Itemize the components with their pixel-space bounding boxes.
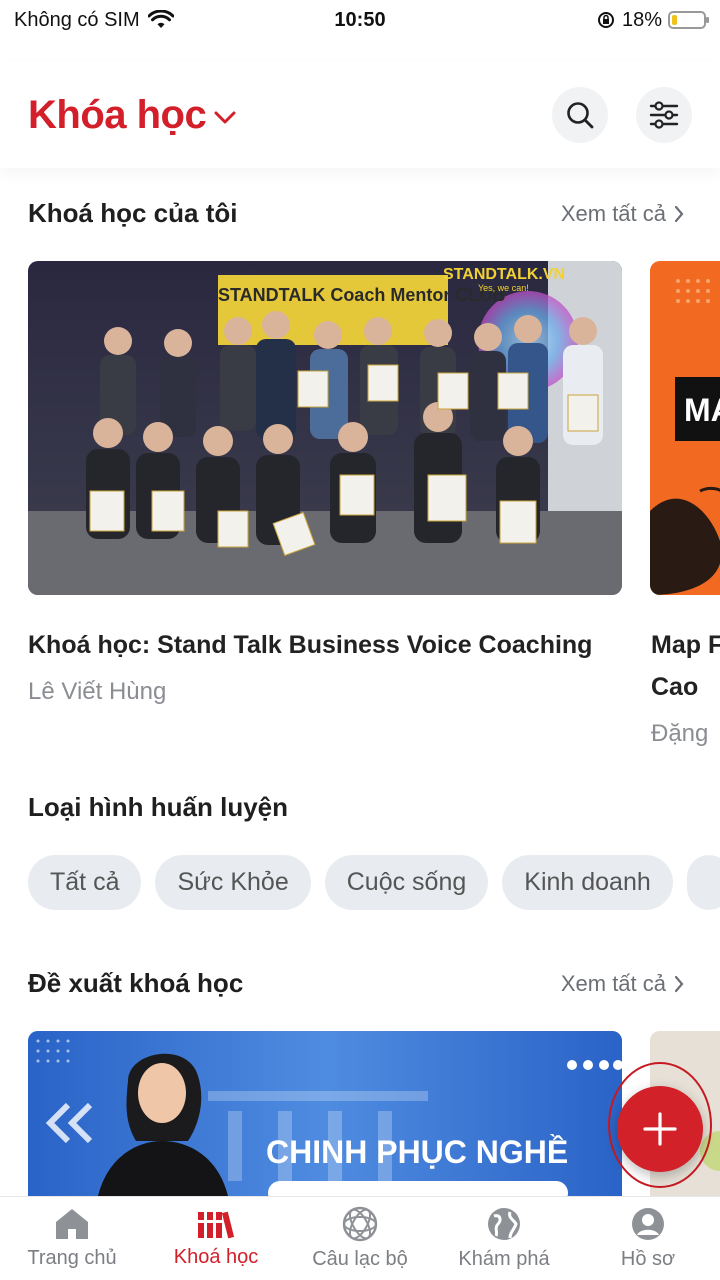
nav-explore[interactable]: Khám phá (432, 1197, 576, 1280)
group-photo-image: STANDTALK Coach Mentor CLUB STANDTALK.VN… (28, 261, 622, 595)
section-title: Đề xuất khoá học (28, 968, 244, 998)
training-types-header: Loại hình huấn luyện (28, 792, 684, 823)
nav-label: Hồ sơ (620, 1248, 676, 1270)
chevron-right-icon (674, 975, 684, 992)
chip-more[interactable] (686, 855, 720, 910)
courses-icon (198, 1211, 235, 1239)
page-title[interactable]: Khóa học (28, 93, 207, 138)
home-icon (56, 1209, 88, 1239)
carrier-label: Không có SIM (14, 8, 140, 31)
chip-all[interactable]: Tất cả (28, 855, 142, 910)
wifi-icon (147, 10, 174, 28)
section-title: Khoá học của tôi (28, 198, 238, 228)
see-all-link[interactable]: Xem tất cả (561, 971, 684, 997)
cover-text: MA (684, 392, 720, 428)
course-title-2-line2[interactable]: Cao (651, 666, 698, 708)
nav-courses[interactable]: Khoá học (144, 1197, 288, 1280)
filter-icon (649, 101, 679, 129)
search-icon (567, 102, 594, 129)
course-card-image-2[interactable]: MA (650, 261, 720, 595)
banner-headline: CHINH PHỤC NGHỀ (266, 1134, 568, 1170)
plus-icon (643, 1112, 677, 1146)
chip-business[interactable]: Kinh doanh (502, 855, 673, 910)
globe-icon (488, 1208, 520, 1240)
course-author: Lê Viết Hùng (28, 678, 167, 705)
suggested-banner-image: CHINH PHỤC NGHỀ (28, 1031, 622, 1196)
nav-label: Trang chủ (27, 1247, 117, 1269)
battery-level (672, 15, 678, 25)
see-all-label: Xem tất cả (560, 200, 666, 226)
profile-icon (632, 1208, 664, 1240)
chip-life[interactable]: Cuộc sống (324, 855, 489, 910)
nav-label: Câu lạc bộ (312, 1248, 408, 1270)
chip-health[interactable]: Sức Khỏe (155, 855, 311, 910)
course-author-2: Đặng (651, 720, 709, 747)
nav-home[interactable]: Trang chủ (0, 1197, 144, 1280)
filter-button[interactable] (636, 87, 692, 143)
bottom-nav: Trang chủ Khoá học Câu lạc bộ Khám phá H… (0, 1196, 720, 1280)
category-chips: Tất cả Sức Khỏe Cuộc sống Kinh doanh (28, 855, 720, 910)
photo-brand-text: STANDTALK.VN (443, 266, 565, 283)
course-cover-image: MA (650, 279, 720, 595)
search-button[interactable] (552, 87, 608, 143)
course-card-image[interactable]: STANDTALK Coach Mentor CLUB STANDTALK.VN… (28, 261, 622, 595)
my-courses-header: Khoá học của tôi Xem tất cả (28, 198, 684, 229)
course-title[interactable]: Khoá học: Stand Talk Business Voice Coac… (28, 624, 592, 666)
photo-banner-text: STANDTALK Coach Mentor CLUB (218, 285, 505, 305)
status-bar: Không có SIM 10:50 18% (0, 0, 720, 40)
nav-label: Khám phá (458, 1248, 550, 1270)
rotation-lock-icon (597, 12, 614, 28)
chevron-down-icon[interactable] (214, 111, 236, 125)
photo-slogan-text: Yes, we can! (478, 283, 529, 293)
course-title-2-line1[interactable]: Map F (651, 624, 720, 666)
app-header: Khóa học (0, 62, 720, 168)
see-all-link[interactable]: Xem tất cả (561, 201, 684, 227)
club-icon (342, 1206, 378, 1242)
add-button[interactable] (617, 1086, 703, 1172)
see-all-label: Xem tất cả (560, 970, 666, 996)
chevron-right-icon (674, 205, 684, 222)
suggested-course-card[interactable]: CHINH PHỤC NGHỀ (28, 1031, 622, 1196)
nav-label: Khoá học (173, 1246, 259, 1268)
nav-club[interactable]: Câu lạc bộ (288, 1197, 432, 1280)
suggested-header: Đề xuất khoá học Xem tất cả (28, 968, 684, 999)
section-title: Loại hình huấn luyện (28, 792, 288, 822)
battery-percent: 18% (621, 8, 662, 31)
nav-profile[interactable]: Hồ sơ (576, 1197, 720, 1280)
battery-icon (668, 11, 709, 29)
